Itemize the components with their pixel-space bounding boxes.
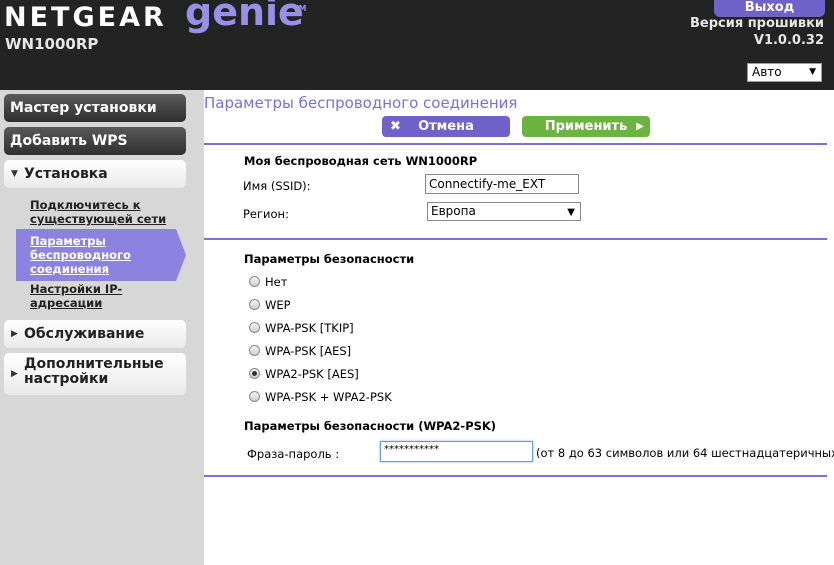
header: NETGEAR genie TM WN1000RP Выход Версия п… — [0, 0, 834, 90]
link-line: адресации — [30, 296, 103, 310]
sidebar-sub-wireless-settings[interactable]: Параметры беспроводного соединения — [16, 229, 186, 281]
radio-button[interactable] — [249, 322, 260, 333]
page-title: Параметры беспроводного соединения — [204, 94, 518, 112]
trademark-mark: TM — [293, 4, 307, 13]
firmware-title: Версия прошивки — [689, 16, 824, 31]
firmware-version: V1.0.0.32 — [753, 33, 824, 48]
radio-label: WPA-PSK [AES] — [265, 344, 352, 358]
apply-button[interactable]: Применить ▶ — [522, 116, 650, 137]
setup-wizard-button[interactable]: Мастер установки — [4, 94, 186, 122]
passphrase-hint: (от 8 до 63 символов или 64 шестнадцатер… — [536, 446, 834, 460]
passphrase-input[interactable]: *********** — [380, 441, 533, 462]
region-value: Европа — [431, 204, 476, 218]
add-wps-client-button[interactable]: Добавить WPS клиента — [4, 127, 186, 177]
sidebar-item-setup[interactable]: ▼ Установка — [4, 160, 186, 188]
sidebar-item-advanced-label: настройки — [24, 371, 109, 387]
radio-label: WPA-PSK + WPA2-PSK — [265, 390, 392, 404]
link-line: беспроводного — [30, 248, 131, 262]
radio-button[interactable] — [249, 391, 260, 402]
region-select[interactable]: Европа ▼ — [427, 202, 581, 221]
network-section-title: Моя беспроводная сеть WN1000RP — [244, 154, 478, 168]
radio-button[interactable] — [249, 345, 260, 356]
link-line: соединения — [30, 262, 109, 276]
arrow-right-icon: ▶ — [636, 121, 644, 132]
sidebar-item-maintenance-label: Обслуживание — [24, 326, 145, 342]
wpa2-section-title: Параметры безопасности (WPA2-PSK) — [244, 419, 497, 433]
sidebar-item-advanced[interactable]: ▶ Дополнительные настройки — [4, 353, 186, 395]
logout-button[interactable]: Выход — [714, 0, 825, 17]
radio-label: WPA2-PSK [AES] — [265, 367, 359, 381]
genie-logo: genie — [185, 0, 304, 34]
model-name: WN1000RP — [5, 35, 99, 53]
link-line: Параметры — [30, 234, 106, 248]
radio-button[interactable] — [249, 299, 260, 310]
security-section-title: Параметры безопасности — [244, 252, 415, 266]
cancel-label: Отмена — [418, 119, 474, 134]
radio-label: WEP — [265, 298, 291, 312]
cancel-button[interactable]: ✖ Отмена — [382, 116, 510, 137]
link-line: Настройки IP- — [30, 282, 123, 296]
link-line: существующей сети — [30, 212, 167, 226]
sidebar-item-advanced-label: Дополнительные — [24, 356, 164, 372]
region-label: Регион: — [243, 207, 289, 221]
divider — [204, 238, 827, 240]
divider — [204, 475, 827, 477]
radio-label: Нет — [265, 275, 288, 289]
link-line: Подключитесь к — [30, 198, 141, 212]
radio-label: WPA-PSK [TKIP] — [265, 321, 354, 335]
dropdown-arrow-icon: ▼ — [809, 67, 816, 77]
netgear-logo: NETGEAR — [4, 2, 167, 33]
ssid-label: Имя (SSID): — [243, 179, 311, 193]
apply-label: Применить — [544, 119, 628, 134]
sidebar-sub-ip-settings[interactable]: Настройки IP- адресации — [30, 282, 122, 310]
radio-button-checked[interactable] — [249, 368, 260, 379]
sidebar: Мастер установки Добавить WPS клиента ▼ … — [0, 90, 204, 565]
triangle-right-icon: ▶ — [11, 369, 18, 379]
language-select[interactable]: Авто ▼ — [747, 63, 822, 82]
radio-button[interactable] — [249, 276, 260, 287]
sidebar-item-maintenance[interactable]: ▶ Обслуживание — [4, 320, 186, 348]
language-value: Авто — [752, 65, 782, 79]
active-link-text: Параметры беспроводного соединения — [30, 234, 131, 276]
active-arrow-tip — [176, 229, 186, 281]
sidebar-sub-connect-network[interactable]: Подключитесь к существующей сети — [30, 198, 166, 226]
passphrase-label: Фраза-пароль : — [247, 447, 340, 461]
close-icon: ✖ — [390, 119, 401, 134]
ssid-input[interactable]: Connectify-me_EXT — [425, 174, 579, 194]
divider — [204, 143, 827, 145]
sidebar-item-setup-label: Установка — [24, 166, 108, 182]
triangle-down-icon: ▼ — [11, 169, 18, 179]
triangle-right-icon: ▶ — [11, 329, 18, 339]
dropdown-arrow-icon: ▼ — [567, 207, 575, 218]
